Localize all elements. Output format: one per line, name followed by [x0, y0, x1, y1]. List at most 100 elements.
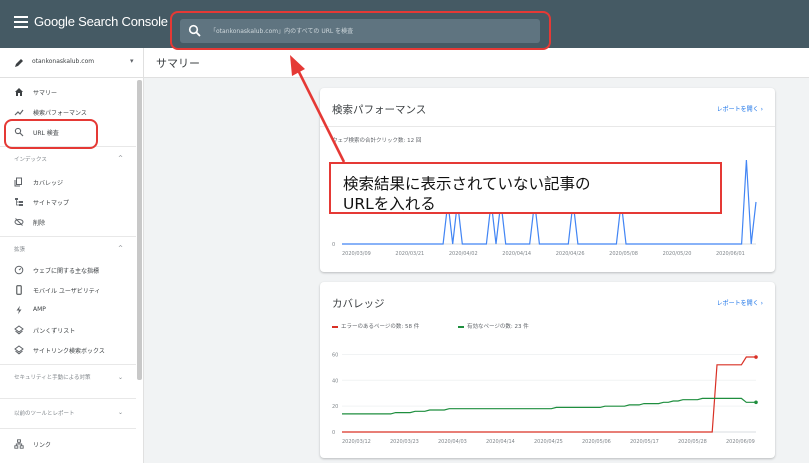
legend-swatch-valid [458, 325, 464, 328]
x-tick-label: 2020/06/09 [726, 439, 755, 445]
sidebar-item-label: AMP [33, 306, 46, 313]
x-tick-label: 2020/04/03 [438, 439, 467, 445]
sidebar-item-performance[interactable]: 検索パフォーマンス [0, 102, 136, 122]
open-report-link[interactable]: レポートを開く › [717, 298, 763, 307]
card-subtitle: ウェブ検索の合計クリック数: 12 回 [332, 138, 422, 144]
app-title[interactable]: Google Search Console [34, 14, 168, 29]
sidebar-item-label: パンくずリスト [33, 328, 76, 335]
series-line-error [342, 356, 756, 433]
divider [0, 236, 136, 237]
divider [0, 146, 136, 147]
x-tick-label: 2020/05/17 [630, 439, 659, 445]
sidebar-item-url-inspection[interactable]: URL 検査 [0, 122, 136, 142]
layers-icon [14, 325, 24, 335]
section-label: セキュリティと手動による対策 [14, 375, 91, 381]
x-tick-label: 2020/04/25 [534, 439, 563, 445]
smartphone-icon [16, 285, 22, 295]
card-title: カバレッジ [332, 298, 385, 310]
sidebar-item-label: サマリー [33, 90, 58, 97]
property-selector[interactable]: otankonaskalub.com ▾ [0, 48, 144, 78]
trending-up-icon [14, 109, 24, 116]
sidebar-scrollbar[interactable] [137, 80, 142, 380]
sidebar-item-amp[interactable]: AMP [0, 300, 136, 320]
sidebar-item-summary[interactable]: サマリー [0, 82, 136, 102]
sidebar-item-core-web-vitals[interactable]: ウェブに関する主な指標 [0, 260, 136, 280]
sidebar-item-sitemaps[interactable]: サイトマップ [0, 192, 136, 212]
x-tick-label: 2020/03/12 [342, 439, 371, 445]
callout-text: 検索結果に表示されていない記事の URLを入れる [343, 174, 591, 214]
y-tick-label: 0 [332, 430, 335, 436]
open-report-label: レポートを開く [716, 106, 759, 113]
section-security[interactable]: セキュリティと手動による対策 ⌄ [0, 368, 136, 394]
section-label: インデックス [14, 157, 47, 163]
links-icon [14, 439, 24, 449]
sidebar-item-links[interactable]: リンク [0, 434, 136, 454]
sidebar-item-coverage[interactable]: カバレッジ [0, 172, 136, 192]
sidebar-item-label: リンク [33, 442, 52, 449]
home-icon [15, 88, 23, 96]
chevron-up-icon: ^ [118, 245, 124, 252]
sidebar-item-mobile-usability[interactable]: モバイル ユーザビリティ [0, 280, 136, 300]
x-tick-label: 2020/04/14 [486, 439, 515, 445]
sidebar-item-label: モバイル ユーザビリティ [33, 288, 101, 295]
annotation-callout: 検索結果に表示されていない記事の URLを入れる [329, 162, 722, 214]
y-tick-label: 60 [332, 352, 338, 358]
sidebar-item-label: URL 検査 [33, 130, 59, 137]
x-tick-label: 2020/03/21 [395, 251, 424, 257]
card-title: 検索パフォーマンス [332, 104, 427, 116]
sidebar-item-breadcrumbs[interactable]: パンくずリスト [0, 320, 136, 340]
visibility-off-icon [14, 218, 24, 226]
section-label: 以前のツールとレポート [14, 411, 75, 417]
sidebar-item-label: サイトマップ [33, 200, 70, 207]
section-enhancements[interactable]: 拡張 ^ [0, 240, 136, 260]
chevron-down-icon: ⌄ [118, 409, 124, 416]
layers-icon [14, 345, 24, 355]
open-report-link[interactable]: レポートを開く › [717, 104, 763, 113]
speed-gauge-icon [14, 265, 24, 275]
sidebar-item-label: カバレッジ [33, 180, 64, 187]
search-icon [188, 24, 201, 37]
section-legacy-tools[interactable]: 以前のツールとレポート ⌄ [0, 404, 136, 424]
card-divider [320, 126, 775, 127]
amp-bolt-icon [16, 305, 22, 315]
caret-down-icon: ▾ [130, 57, 134, 65]
sidebar-item-label: 削除 [33, 220, 46, 227]
property-pen-icon [15, 59, 23, 67]
y-tick-label: 20 [332, 404, 338, 410]
search-input[interactable] [210, 23, 530, 39]
x-tick-label: 2020/05/08 [609, 251, 638, 257]
page-title: サマリー [156, 57, 200, 70]
open-report-label: レポートを開く [716, 300, 759, 307]
x-tick-label: 2020/03/09 [342, 251, 371, 257]
x-tick-label: 2020/05/20 [663, 251, 692, 257]
divider [0, 398, 136, 399]
legend-valid-label: 有効なページの数: 23 件 [467, 324, 529, 330]
chevron-down-icon: ⌄ [118, 374, 124, 381]
legend-swatch-error [332, 325, 338, 328]
top-app-bar: Google Search Console [0, 0, 809, 48]
callout-line-1: 検索結果に表示されていない記事の [343, 175, 591, 193]
x-tick-label: 2020/05/06 [582, 439, 611, 445]
x-tick-label: 2020/04/02 [449, 251, 478, 257]
chevron-right-icon: › [760, 106, 763, 113]
sitemap-icon [15, 198, 23, 206]
url-inspection-search-box[interactable] [180, 19, 540, 43]
section-index[interactable]: インデックス ^ [0, 150, 136, 170]
x-tick-label: 2020/03/23 [390, 439, 419, 445]
x-tick-label: 2020/04/14 [502, 251, 531, 257]
section-label: 拡張 [14, 247, 26, 253]
x-tick-label: 2020/06/01 [716, 251, 745, 257]
sidebar-item-sitelinks-searchbox[interactable]: サイトリンク検索ボックス [0, 340, 136, 360]
series-end-point [754, 355, 758, 359]
sidebar-item-label: サイトリンク検索ボックス [33, 348, 105, 355]
callout-line-2: URLを入れる [343, 195, 436, 213]
sidebar-item-label: 検索パフォーマンス [33, 110, 87, 117]
x-tick-label: 2020/04/26 [556, 251, 585, 257]
menu-icon[interactable] [14, 16, 28, 28]
divider [0, 364, 136, 365]
chevron-up-icon: ^ [118, 155, 124, 162]
sidebar-item-removals[interactable]: 削除 [0, 212, 136, 232]
coverage-card: カバレッジ レポートを開く › エラーのあるページの数: 58 件 有効なページ… [320, 282, 775, 458]
page-header: サマリー [144, 48, 809, 78]
property-label: otankonaskalub.com [32, 58, 95, 65]
